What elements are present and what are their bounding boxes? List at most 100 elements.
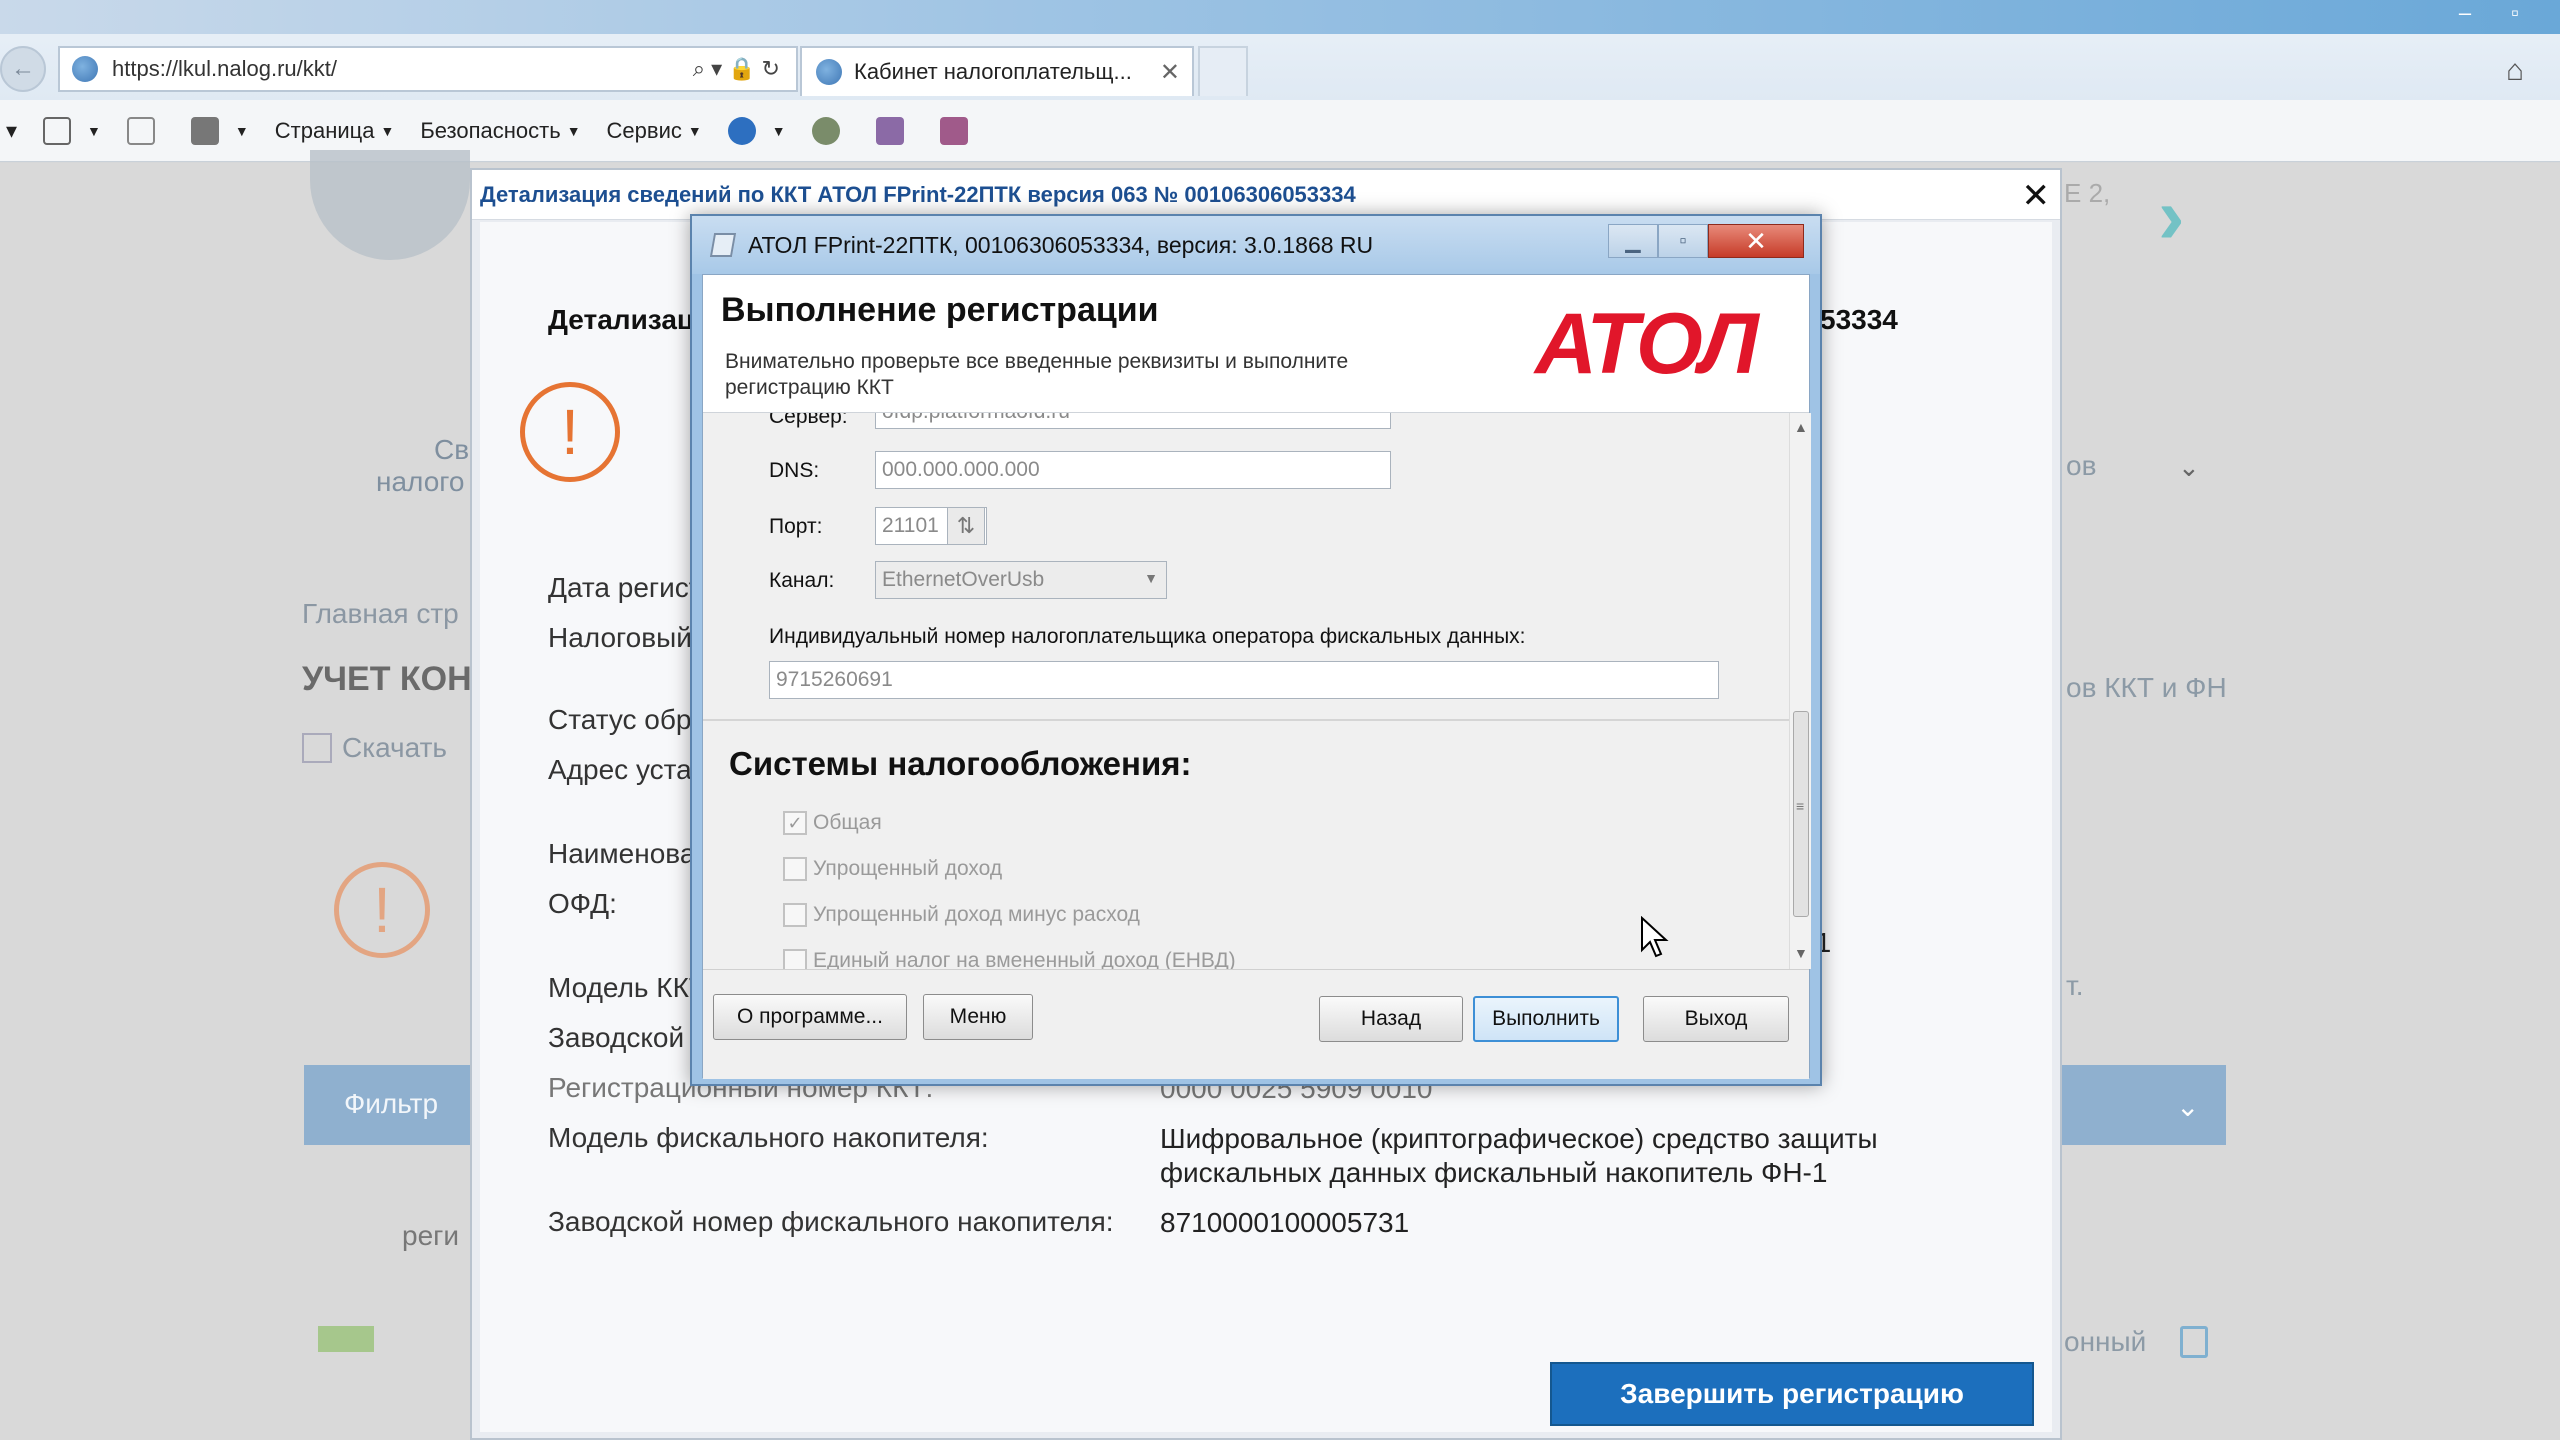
execute-button[interactable]: Выполнить — [1473, 996, 1619, 1042]
status-badge — [318, 1326, 374, 1352]
inn-field[interactable]: 9715260691 — [769, 661, 1719, 699]
atol-description: Внимательно проверьте все введенные рекв… — [725, 350, 1349, 399]
details-modal-header: Детализация сведений по ККТ АТОЛ FPrint-… — [472, 170, 2060, 220]
back-button[interactable]: Назад — [1319, 996, 1463, 1042]
atol-footer: О программе... Меню Назад Выполнить Выхо… — [703, 969, 1809, 1079]
browser-tab-active[interactable]: Кабинет налогоплательщ... ✕ — [800, 46, 1194, 96]
bg-right-fragment-ov: ов — [2066, 450, 2097, 481]
label-ofd: ОФД: — [548, 888, 617, 919]
chevron-down-icon[interactable]: ⌄ — [2178, 452, 2200, 483]
download-icon — [302, 733, 332, 763]
atol-heading: Выполнение регистрации — [721, 291, 1159, 329]
channel-select[interactable]: EthernetOverUsb ▼ — [875, 561, 1167, 599]
server-label: Сервер: — [769, 413, 848, 428]
tax-system-general[interactable]: ✓ Общая — [783, 811, 882, 835]
details-title: Детализац — [548, 304, 695, 335]
vertical-scrollbar[interactable]: ▲ ≡ ▼ — [1789, 413, 1811, 969]
close-icon[interactable]: ✕ — [2022, 176, 2051, 216]
port-stepper-icon[interactable]: ⇅ — [947, 507, 985, 545]
breadcrumb[interactable]: Главная стр — [302, 598, 459, 630]
checkbox[interactable] — [783, 857, 807, 881]
exit-button[interactable]: Выход — [1643, 996, 1789, 1042]
atol-logo: АТОЛ — [1535, 296, 1759, 392]
dns-label: DNS: — [769, 459, 820, 482]
label-reg-date: Дата регист — [548, 572, 702, 603]
checkbox[interactable] — [783, 903, 807, 927]
window-minimize-button[interactable]: – — [2440, 0, 2490, 26]
label-serial: Заводской — [548, 1022, 685, 1053]
tax-system-envd[interactable]: Единый налог на вмененный доход (ЕНВД) — [783, 949, 1236, 969]
menu-button[interactable]: Меню — [923, 994, 1033, 1040]
fn-model-value: Шифровальное (криптографическое) средств… — [1160, 1122, 1878, 1190]
mail-icon[interactable] — [126, 116, 165, 145]
scroll-up-arrow-icon[interactable]: ▲ — [1794, 419, 1808, 435]
scrollbar-thumb[interactable]: ≡ — [1793, 711, 1809, 917]
print-icon[interactable]: ▼ — [190, 116, 249, 145]
document-icon[interactable] — [2180, 1326, 2208, 1358]
address-bar[interactable]: https://lkul.nalog.ru/kkt/ ⌕▾🔒↻ — [58, 46, 798, 92]
home-icon[interactable]: ⌂ — [2506, 54, 2524, 88]
label-fn-model: Модель фискального накопителя: — [548, 1122, 989, 1153]
bg-right-fragment-kkt: ов ККТ и ФН — [2066, 672, 2227, 703]
bg-fragment-regi: реги — [402, 1220, 459, 1251]
address-url: https://lkul.nalog.ru/kkt/ — [112, 56, 337, 81]
addon-icon-3[interactable] — [939, 116, 978, 145]
dns-field[interactable]: 000.000.000.000 — [875, 451, 1391, 489]
menu-service[interactable]: Сервис ▼ — [607, 118, 702, 144]
channel-value: EthernetOverUsb — [882, 568, 1045, 591]
details-modal-title: Детализация сведений по ККТ АТОЛ FPrint-… — [480, 181, 1356, 207]
bg-warning-icon: ! — [334, 862, 430, 958]
server-field[interactable]: ofdp.platformaofd.ru — [875, 413, 1391, 429]
label-name: Наименова — [548, 838, 696, 869]
address-actions-icons[interactable]: ⌕▾🔒↻ — [693, 56, 786, 82]
section-divider — [703, 719, 1789, 721]
tax-system-simplified-income-minus-expense[interactable]: Упрощенный доход минус расход — [783, 903, 1140, 927]
label-status: Статус обра — [548, 704, 708, 735]
label-address: Адрес уста — [548, 754, 692, 785]
details-serial: 53334 — [1820, 304, 1898, 335]
about-button[interactable]: О программе... — [713, 994, 907, 1040]
chevron-down-icon: ▼ — [1144, 570, 1158, 586]
tab-globe-icon — [816, 59, 842, 85]
filter-chevron-down-icon[interactable]: ⌄ — [2176, 1090, 2199, 1123]
toolbar-arrow-icon[interactable]: ▾ — [6, 118, 17, 144]
finish-registration-button[interactable]: Завершить регистрацию — [1550, 1362, 2034, 1426]
addon-icon-2[interactable] — [875, 116, 914, 145]
window-maximize-button[interactable]: ▫ — [2490, 0, 2540, 26]
maximize-icon[interactable]: ▫ — [1658, 224, 1708, 258]
browser-titlebar — [0, 0, 2560, 34]
mouse-cursor-icon — [1641, 916, 1669, 958]
rss-icon[interactable]: ▼ — [43, 116, 101, 145]
back-arrow-icon[interactable]: ← — [0, 46, 46, 92]
atol-form-scroll-area[interactable]: Сервер: ofdp.platformaofd.ru DNS: 000.00… — [703, 413, 1789, 969]
label-model: Модель ККТ — [548, 972, 707, 1003]
bg-fragment-2: налого — [376, 466, 465, 497]
checkbox[interactable] — [783, 949, 807, 969]
bg-right-fragment-bottom: онный — [2064, 1326, 2147, 1357]
channel-label: Канал: — [769, 569, 835, 592]
help-icon[interactable]: ▼ — [727, 116, 786, 145]
carousel-next-icon[interactable]: › — [2158, 170, 2185, 262]
download-link[interactable]: Скачать — [302, 732, 447, 764]
filter-label: Фильтр — [344, 1088, 439, 1119]
scroll-down-arrow-icon[interactable]: ▼ — [1794, 945, 1808, 961]
addon-icon-1[interactable] — [811, 116, 850, 145]
warning-icon: ! — [520, 382, 620, 482]
checkbox-checked[interactable]: ✓ — [783, 811, 807, 835]
fn-model-value-line-2: фискальных данных фискальный накопитель … — [1160, 1157, 1828, 1188]
menu-security[interactable]: Безопасность ▼ — [420, 118, 580, 144]
bg-right-fragment-t: т. — [2066, 970, 2084, 1001]
tax-system-simplified-income[interactable]: Упрощенный доход — [783, 857, 1002, 881]
bg-fragment-1: Св — [434, 434, 470, 465]
new-tab-button[interactable] — [1198, 46, 1248, 96]
tab-close-icon[interactable]: ✕ — [1160, 58, 1180, 87]
fn-model-value-line-1: Шифровальное (криптографическое) средств… — [1160, 1123, 1878, 1154]
menu-page[interactable]: Страница ▼ — [275, 118, 395, 144]
inn-label: Индивидуальный номер налогоплательщика о… — [769, 625, 1526, 648]
close-icon[interactable]: ✕ — [1708, 224, 1804, 258]
minimize-icon[interactable]: ▁ — [1608, 224, 1658, 258]
app-icon — [709, 233, 737, 257]
tab-title: Кабинет налогоплательщ... — [854, 59, 1132, 84]
site-globe-icon — [72, 56, 98, 82]
grip-icon: ≡ — [1796, 798, 1805, 814]
